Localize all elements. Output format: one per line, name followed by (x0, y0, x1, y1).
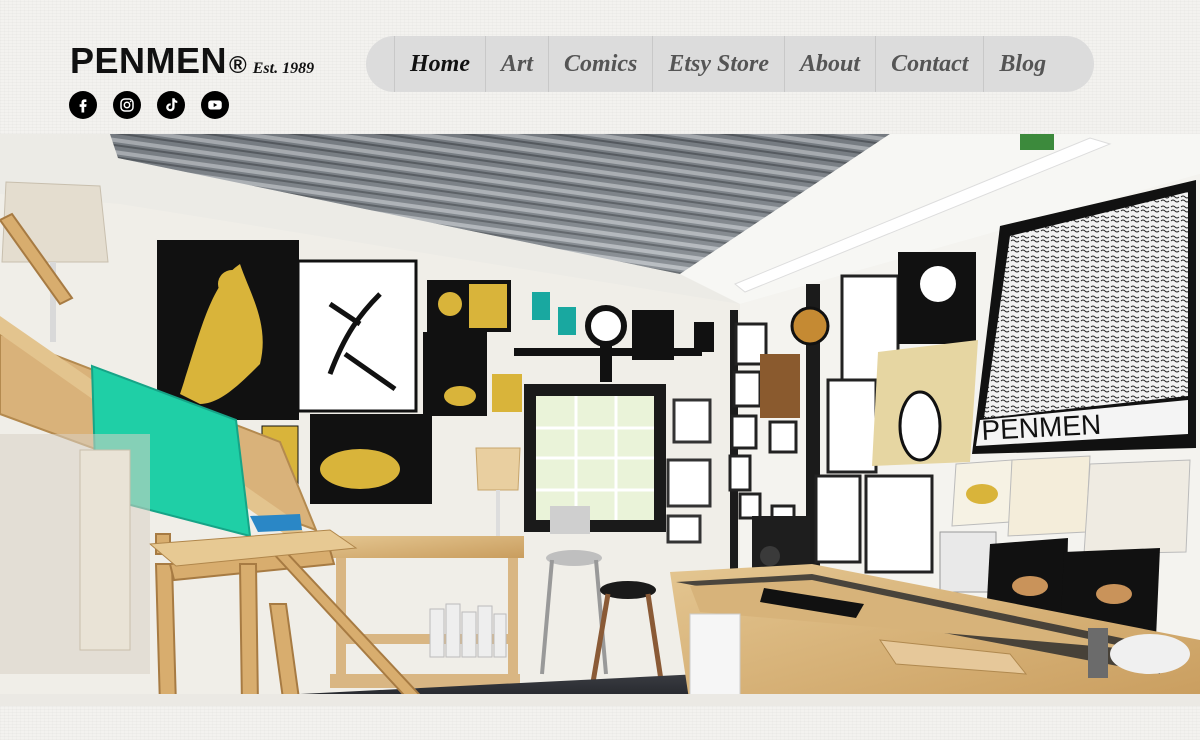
studio-hero-image: PENMEN (0, 134, 1200, 706)
site-header: PENMEN ® Est. 1989 Home Art Comics Etsy … (0, 0, 1200, 134)
youtube-icon (208, 100, 222, 110)
instagram-icon (120, 98, 134, 112)
social-bar (69, 91, 229, 119)
studio-illustration: PENMEN (0, 134, 1200, 706)
main-nav: Home Art Comics Etsy Store About Contact… (366, 36, 1094, 92)
registered-mark: ® (229, 52, 247, 79)
tiktok-link[interactable] (157, 91, 185, 119)
site-logo[interactable]: PENMEN ® Est. 1989 (70, 40, 314, 82)
youtube-link[interactable] (201, 91, 229, 119)
instagram-link[interactable] (113, 91, 141, 119)
nav-about[interactable]: About (784, 36, 875, 92)
nav-contact[interactable]: Contact (875, 36, 983, 92)
brand-established: Est. 1989 (252, 60, 315, 77)
nav-etsy-store[interactable]: Etsy Store (652, 36, 784, 92)
nav-home[interactable]: Home (394, 36, 485, 92)
nav-art[interactable]: Art (485, 36, 548, 92)
penmen-sign: PENMEN (981, 409, 1102, 446)
nav-blog[interactable]: Blog (983, 36, 1061, 92)
nav-comics[interactable]: Comics (548, 36, 652, 92)
brand-name: PENMEN (70, 40, 228, 81)
facebook-icon (79, 99, 87, 113)
tiktok-icon (166, 98, 178, 112)
facebook-link[interactable] (69, 91, 97, 119)
